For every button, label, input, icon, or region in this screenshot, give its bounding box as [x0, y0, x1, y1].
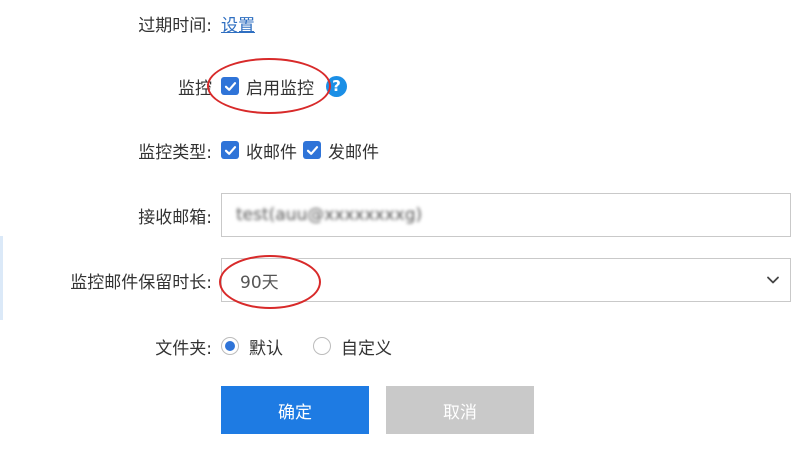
folder-default-label: 默认	[249, 338, 283, 359]
retention-row: 监控邮件保留时长: 90天	[0, 258, 809, 302]
confirm-button[interactable]: 确定	[221, 386, 369, 434]
receive-mailbox-value: test(auu@xxxxxxxxg)	[236, 205, 423, 225]
receive-mailbox-label: 接收邮箱:	[138, 207, 212, 228]
monitor-type-row: 监控类型: 收邮件 发邮件	[0, 136, 809, 164]
folder-label: 文件夹:	[155, 338, 212, 359]
folder-custom-radio[interactable]: 自定义	[313, 334, 392, 359]
receive-mailbox-row: 接收邮箱: test(auu@xxxxxxxxg)	[0, 193, 809, 237]
cancel-button[interactable]: 取消	[386, 386, 534, 434]
expiry-setting-link[interactable]: 设置	[221, 11, 255, 36]
enable-monitor-checkbox[interactable]: 启用监控	[221, 74, 314, 99]
checkbox-checked-icon	[221, 141, 239, 159]
enable-monitor-label: 启用监控	[246, 78, 314, 99]
question-icon[interactable]: ?	[326, 75, 347, 97]
expiry-label: 过期时间:	[138, 15, 212, 36]
checkbox-checked-icon	[221, 77, 239, 95]
monitor-row: 监控 启用监控 ?	[0, 72, 809, 100]
expiry-row: 过期时间: 设置	[0, 10, 809, 36]
retention-label: 监控邮件保留时长:	[70, 272, 212, 293]
send-mail-label: 发邮件	[328, 142, 379, 163]
radio-unselected-icon	[313, 337, 331, 355]
folder-custom-label: 自定义	[341, 338, 392, 359]
monitor-settings-form: 过期时间: 设置 监控 启用监控 ? 监控类型: 收邮件 发邮件 接收邮箱: t…	[0, 0, 809, 455]
monitor-type-label: 监控类型:	[138, 142, 212, 163]
folder-row: 文件夹: 默认 自定义	[0, 332, 809, 360]
receive-mailbox-input[interactable]: test(auu@xxxxxxxxg)	[221, 193, 791, 237]
retention-select[interactable]: 90天	[221, 258, 791, 302]
retention-selected-value: 90天	[240, 272, 279, 293]
receive-mail-label: 收邮件	[246, 142, 297, 163]
chevron-down-icon	[766, 270, 780, 290]
folder-default-radio[interactable]: 默认	[221, 334, 283, 359]
checkbox-checked-icon	[303, 141, 321, 159]
receive-mail-checkbox[interactable]: 收邮件	[221, 138, 297, 163]
radio-selected-icon	[221, 337, 239, 355]
monitor-label: 监控	[178, 78, 212, 99]
send-mail-checkbox[interactable]: 发邮件	[303, 138, 379, 163]
